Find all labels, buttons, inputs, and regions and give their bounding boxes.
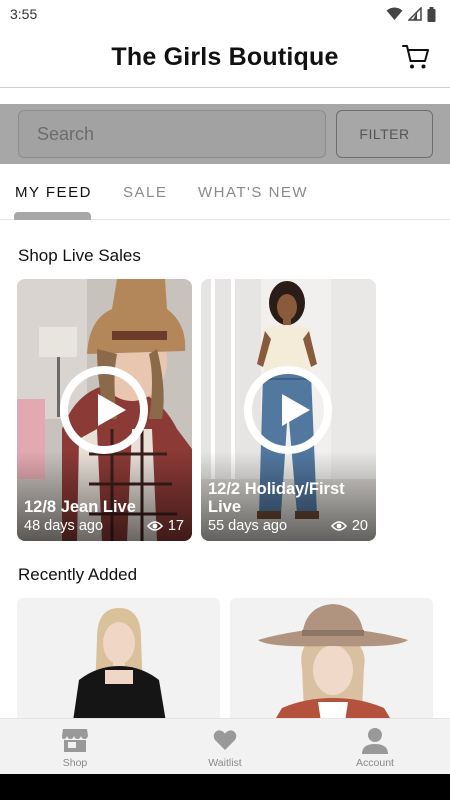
live-sale-card[interactable]: 12/8 Jean Live 48 days ago 17 — [17, 279, 192, 541]
eye-icon — [330, 521, 347, 531]
product-image — [17, 598, 220, 728]
tab-whats-new[interactable]: WHAT'S NEW — [198, 184, 308, 201]
status-icons — [386, 6, 436, 22]
tab-sale[interactable]: SALE — [123, 184, 167, 201]
search-bar: Search FILTER — [0, 104, 450, 164]
live-sale-age: 55 days ago — [208, 518, 288, 534]
eye-icon — [146, 521, 163, 531]
filter-button[interactable]: FILTER — [336, 110, 433, 158]
play-button[interactable] — [60, 366, 148, 454]
view-count: 20 — [330, 518, 368, 534]
live-sale-title: 12/8 Jean Live — [24, 498, 136, 516]
nav-waitlist[interactable]: Waitlist — [150, 719, 300, 775]
app-title: The Girls Boutique — [111, 43, 339, 71]
play-icon — [282, 394, 310, 426]
status-time: 3:55 — [10, 6, 38, 22]
active-tab-indicator — [14, 212, 91, 220]
live-sale-age: 48 days ago — [24, 518, 104, 534]
view-count-value: 17 — [167, 518, 184, 534]
product-image — [230, 598, 433, 728]
nav-label: Shop — [62, 757, 88, 769]
nav-label: Account — [356, 757, 394, 769]
person-icon — [362, 728, 388, 754]
search-input[interactable]: Search — [18, 110, 326, 158]
product-card[interactable] — [230, 598, 433, 728]
live-sale-meta: 55 days ago 20 — [208, 518, 368, 534]
live-sale-meta: 48 days ago 17 — [24, 518, 184, 534]
nav-shop[interactable]: Shop — [0, 719, 150, 775]
cellular-signal-icon — [408, 7, 422, 21]
play-icon — [98, 394, 126, 426]
view-count: 17 — [146, 518, 184, 534]
app-header: The Girls Boutique — [0, 28, 450, 88]
play-button[interactable] — [244, 366, 332, 454]
cart-button[interactable] — [402, 43, 430, 71]
feed-tabs: MY FEED SALE WHAT'S NEW — [0, 164, 450, 220]
status-bar: 3:55 — [0, 0, 450, 28]
recently-added-heading: Recently Added — [18, 565, 138, 584]
bottom-nav: Shop Waitlist Account — [0, 718, 450, 774]
nav-label: Waitlist — [208, 757, 242, 769]
live-sale-title: 12/2 Holiday/First Live — [208, 480, 345, 516]
search-placeholder: Search — [37, 123, 95, 144]
product-card[interactable] — [17, 598, 220, 728]
store-icon — [62, 729, 88, 752]
view-count-value: 20 — [351, 518, 368, 534]
live-sales-heading: Shop Live Sales — [18, 246, 141, 265]
tab-my-feed[interactable]: MY FEED — [15, 184, 92, 201]
system-navigation-bar — [0, 774, 450, 800]
battery-icon — [427, 6, 436, 22]
live-sale-card[interactable]: 12/2 Holiday/First Live 55 days ago 20 — [201, 279, 376, 541]
cart-icon — [402, 45, 429, 69]
nav-account[interactable]: Account — [300, 719, 450, 775]
heart-icon — [213, 730, 237, 750]
wifi-icon — [386, 7, 403, 20]
